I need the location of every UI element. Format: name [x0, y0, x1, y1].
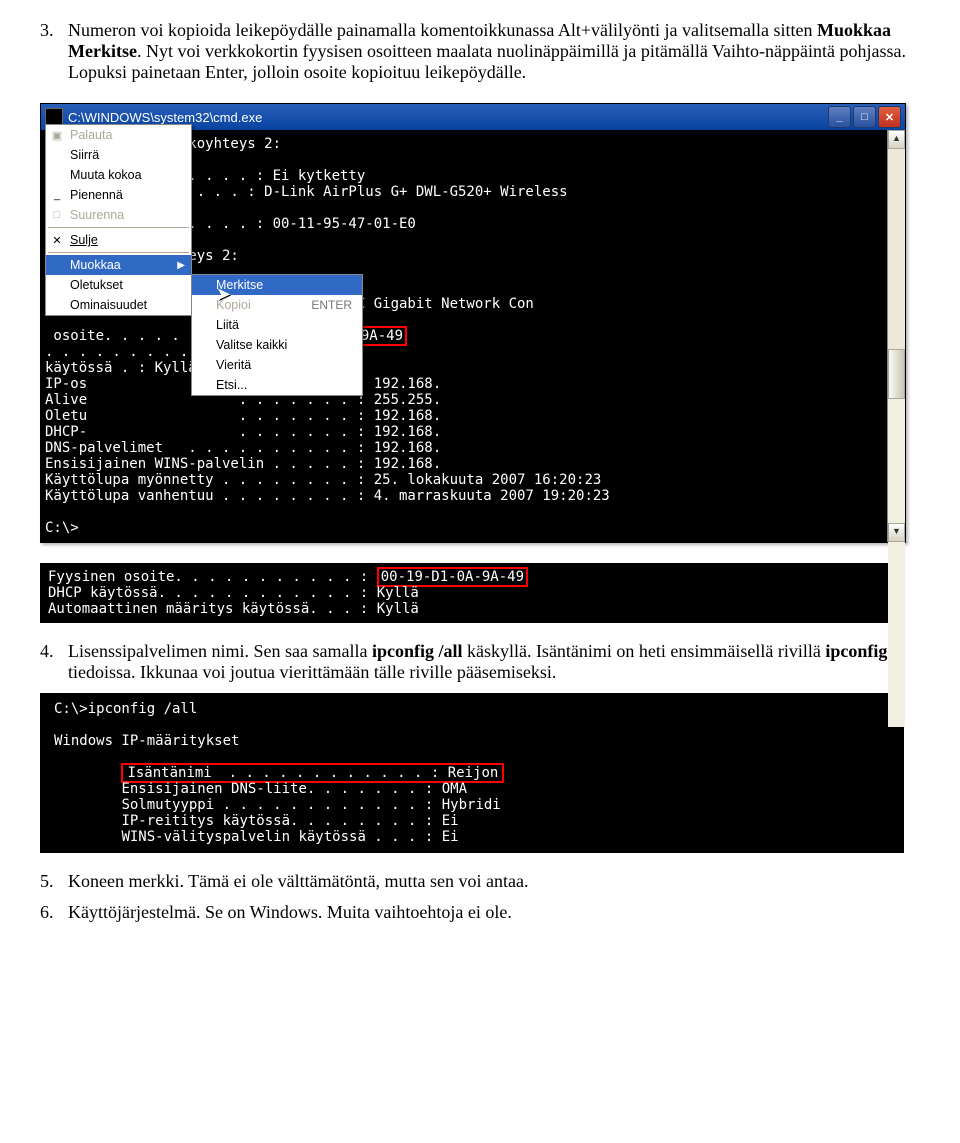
scroll-down-icon[interactable]: ▼ — [888, 523, 905, 542]
scroll-up-icon[interactable]: ▲ — [888, 130, 905, 149]
menu-sulje[interactable]: ✕Sulje — [46, 230, 191, 250]
menu-separator — [48, 252, 189, 253]
cmd-snippet-ipconfig: C:\>ipconfig /all Windows IP-määritykset… — [40, 693, 904, 853]
maximize-icon: □ — [50, 209, 64, 221]
shortcut: ENTER — [311, 298, 352, 312]
list-text: Numeron voi kopioida leikepöydälle paina… — [68, 20, 920, 83]
menu-etsi[interactable]: Etsi... — [192, 375, 362, 395]
submenu-arrow-icon: ▶ — [177, 260, 185, 271]
list-item-4: 4. Lisenssipalvelimen nimi. Sen saa sama… — [40, 641, 920, 683]
menu-palauta[interactable]: ▣Palauta — [46, 125, 191, 145]
line: WINS-välityspalvelin käytössä . . . : Ei — [121, 829, 458, 845]
text: . Nyt voi verkkokortin fyysisen osoittee… — [68, 41, 906, 82]
text: käskyllä. Isäntänimi on heti ensimmäisel… — [462, 641, 825, 661]
cmd-window: C:\WINDOWS\system32\cmd.exe _ □ ✕ ▣Palau… — [40, 103, 906, 543]
bold-merkitse: Merkitse — [68, 41, 137, 61]
menu-separator — [48, 227, 189, 228]
line: DHCP käytössä. . . . . . . . . . . . : K… — [48, 585, 419, 601]
menu-muuta[interactable]: Muuta kokoa — [46, 165, 191, 185]
maximize-button[interactable]: □ — [853, 106, 876, 128]
line: Solmutyyppi . . . . . . . . . . . . : Hy… — [121, 797, 500, 813]
line: IP-reititys käytössä. . . . . . . . : Ei — [121, 813, 458, 829]
text: Numeron voi kopioida leikepöydälle paina… — [68, 20, 817, 40]
list-text: Käyttöjärjestelmä. Se on Windows. Muita … — [68, 902, 920, 923]
line: Ensisijainen WINS-palvelin . . . . . : 1… — [45, 456, 441, 472]
list-number: 4. — [40, 641, 68, 683]
line: Automaattinen määritys käytössä. . . : K… — [48, 601, 419, 617]
edit-submenu: Merkitse KopioiENTER Liitä Valitse kaikk… — [191, 274, 363, 396]
list-item-5: 5. Koneen merkki. Tämä ei ole välttämätö… — [40, 871, 920, 892]
close-button[interactable]: ✕ — [878, 106, 901, 128]
line: Käyttölupa vanhentuu . . . . . . . . : 4… — [45, 488, 610, 504]
list-text: Koneen merkki. Tämä ei ole välttämätöntä… — [68, 871, 920, 892]
menu-merkitse[interactable]: Merkitse — [192, 275, 362, 295]
line: Käyttölupa myönnetty . . . . . . . . : 2… — [45, 472, 601, 488]
line: Oletu . . . . . . . : 192.168. — [45, 408, 441, 424]
menu-ominaisuudet[interactable]: Ominaisuudet — [46, 295, 191, 315]
vertical-scrollbar[interactable]: ▲ ▼ — [887, 130, 905, 542]
list-text: Lisenssipalvelimen nimi. Sen saa samalla… — [68, 641, 920, 683]
bold-ipconfig: ipconfig — [825, 641, 887, 661]
menu-kopioi[interactable]: KopioiENTER — [192, 295, 362, 315]
line: Windows IP-määritykset — [54, 733, 239, 749]
menu-valitse-kaikki[interactable]: Valitse kaikki — [192, 335, 362, 355]
scroll-thumb[interactable] — [888, 349, 905, 399]
menu-muokkaa[interactable]: Muokkaa▶ — [46, 255, 191, 275]
line: C:\>ipconfig /all — [54, 701, 197, 717]
window-title: C:\WINDOWS\system32\cmd.exe — [68, 110, 262, 125]
hostname-highlight: Isäntänimi . . . . . . . . . . . . : Rei… — [121, 763, 504, 783]
minimize-button[interactable]: _ — [828, 106, 851, 128]
list-item-6: 6. Käyttöjärjestelmä. Se on Windows. Mui… — [40, 902, 920, 923]
mac-highlight: 00-19-D1-0A-9A-49 — [377, 567, 528, 587]
menu-oletukset[interactable]: Oletukset — [46, 275, 191, 295]
line: DNS-palvelimet . . . . . . . . . . : 192… — [45, 440, 441, 456]
menu-liita[interactable]: Liitä — [192, 315, 362, 335]
list-number: 6. — [40, 902, 68, 923]
bold-ipconfig-all: ipconfig /all — [372, 641, 463, 661]
menu-siirra[interactable]: Siirrä — [46, 145, 191, 165]
line: DHCP- . . . . . . . : 192.168. — [45, 424, 441, 440]
list-number: 3. — [40, 20, 68, 83]
line: käytössä . : Kyllä — [45, 360, 197, 376]
list-item-3: 3. Numeron voi kopioida leikepöydälle pa… — [40, 20, 920, 83]
close-icon: ✕ — [50, 234, 64, 247]
window-buttons: _ □ ✕ — [828, 106, 901, 128]
restore-icon: ▣ — [50, 129, 64, 142]
cmd-snippet-mac: Fyysinen osoite. . . . . . . . . . . : 0… — [40, 563, 904, 623]
system-menu: ▣Palauta Siirrä Muuta kokoa _Pienennä □S… — [45, 124, 192, 316]
menu-pienenna[interactable]: _Pienennä — [46, 185, 191, 205]
menu-suurenna[interactable]: □Suurenna — [46, 205, 191, 225]
minimize-icon: _ — [50, 189, 64, 201]
list-number: 5. — [40, 871, 68, 892]
line: Fyysinen osoite. . . . . . . . . . . : — [48, 569, 377, 585]
line: Ensisijainen DNS-liite. . . . . . . : OM… — [121, 781, 467, 797]
bold-muokkaa: Muokkaa — [817, 20, 891, 40]
text: Lisenssipalvelimen nimi. Sen saa samalla — [68, 641, 372, 661]
menu-vierita[interactable]: Vieritä — [192, 355, 362, 375]
prompt: C:\> — [45, 520, 79, 536]
